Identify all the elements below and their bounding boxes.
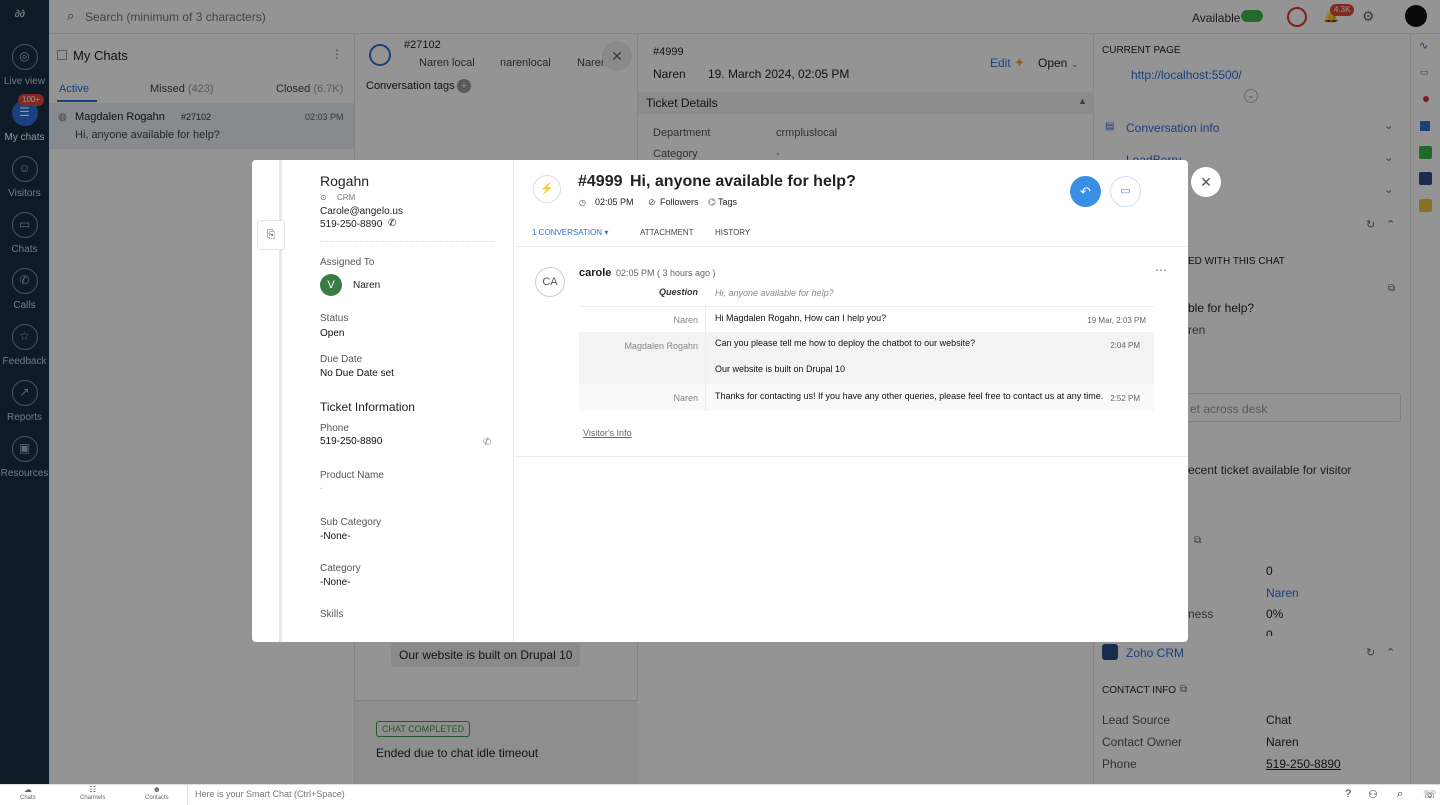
smart-chat-input[interactable]: Here is your Smart Chat (Ctrl+Space)	[195, 789, 345, 799]
tab-history[interactable]: HISTORY	[715, 228, 750, 237]
field-label: Product Name	[320, 470, 384, 481]
clock-icon: ◷	[579, 198, 586, 207]
bottom-bar: ☁ Chats ☷ Channels ☻ Contacts Here is your …	[0, 784, 1440, 805]
channels-icon: ☷	[89, 785, 97, 794]
divider	[320, 241, 494, 242]
caret-down-icon: ▾	[604, 228, 609, 237]
author-avatar: CA	[535, 267, 565, 297]
crm-icon: ⊙	[320, 193, 327, 202]
ticket-time: 02:05 PM	[595, 197, 634, 207]
phone-icon[interactable]: ✆	[483, 437, 491, 448]
visitor-info-link[interactable]: Visitor's Info	[583, 428, 632, 438]
ticket-info-heading: Ticket Information	[320, 400, 415, 414]
field-value[interactable]: -None-	[320, 531, 351, 542]
thread-author: carole	[579, 267, 612, 279]
contacts-icon: ☻	[152, 785, 162, 794]
field-label: Phone	[320, 423, 349, 434]
tag-icon: ⌬	[708, 197, 716, 207]
tab-bar	[515, 222, 1188, 247]
channel-icon: ⚡	[533, 175, 561, 203]
tab-conversation[interactable]: 1 CONVERSATION ▾	[532, 228, 608, 237]
transcript-message: Hi Magdalen Rogahn, How can I help you?	[715, 313, 887, 323]
field-label: Category	[320, 563, 361, 574]
transcript-time: 2:52 PM	[1110, 394, 1140, 403]
transcript-sender: Naren	[673, 315, 698, 325]
attachment-icon[interactable]: ⎘	[257, 220, 285, 250]
ticket-number: #4999	[578, 173, 623, 190]
bottom-chats[interactable]: ☁ Chats	[20, 786, 36, 802]
assigned-agent[interactable]: Naren	[353, 280, 380, 291]
contact-name: Rogahn	[320, 173, 370, 189]
people-icon[interactable]: ⚇	[1368, 788, 1378, 801]
transcript-message: Our website is built on Drupal 10	[715, 364, 846, 374]
transcript-sender: Naren	[673, 393, 698, 403]
assigned-label: Assigned To	[320, 257, 375, 268]
contact-email: Carole@angelo.us	[320, 206, 403, 217]
field-label: Skills	[320, 609, 344, 620]
phone-icon[interactable]: ✆	[388, 218, 396, 229]
bottom-channels[interactable]: ☷ Channels	[80, 786, 105, 802]
smart-chat-divider	[187, 785, 188, 805]
chat-icon: ☁	[23, 785, 32, 794]
agent-avatar: V	[320, 274, 342, 296]
comment-button[interactable]: ▭	[1110, 176, 1141, 207]
tab-attachment[interactable]: ATTACHMENT	[640, 228, 693, 237]
status-value[interactable]: Open	[320, 328, 344, 339]
field-value: 519-250-8890	[320, 436, 383, 447]
question-text: Hi, anyone available for help?	[715, 288, 834, 298]
due-value[interactable]: No Due Date set	[320, 368, 394, 379]
search-icon[interactable]: ⌕	[1397, 788, 1403, 801]
transcript-sender: Magdalen Rogahn	[624, 341, 698, 351]
thread-more-icon[interactable]: ⋯	[1155, 263, 1167, 277]
transcript-time: 2:04 PM	[1110, 341, 1140, 350]
field-value: -	[320, 483, 323, 493]
followers-link[interactable]: Followers	[660, 197, 699, 207]
contact-phone: 519-250-8890	[320, 219, 383, 230]
close-modal-button[interactable]: ✕	[1191, 167, 1221, 197]
bottom-contacts[interactable]: ☻ Contacts	[145, 786, 169, 802]
transcript-row: Naren Hi Magdalen Rogahn, How can I help…	[579, 306, 1154, 332]
field-label: Sub Category	[320, 517, 382, 528]
transcript-time: 19 Mar, 2:03 PM	[1087, 316, 1146, 325]
thread-divider	[515, 456, 1188, 457]
transcript-row: Naren Thanks for contacting us! If you h…	[579, 384, 1154, 411]
ticket-subject: Hi, anyone available for help?	[630, 173, 856, 190]
status-label: Status	[320, 313, 349, 324]
contact-source: CRM	[337, 193, 356, 202]
field-value[interactable]: -None-	[320, 577, 351, 588]
question-row: Question Hi, anyone available for help?	[579, 284, 1154, 304]
question-label: Question	[658, 287, 698, 297]
tags-link[interactable]: Tags	[718, 197, 737, 207]
row-divider	[705, 306, 706, 411]
transcript-message: Thanks for contacting us! If you have an…	[715, 391, 1104, 401]
followers-icon: ⊘	[648, 197, 656, 207]
transcript-row: Magdalen Rogahn Can you please tell me h…	[579, 332, 1154, 384]
reply-button[interactable]: ↶	[1070, 176, 1101, 207]
thread-time: 02:05 PM ( 3 hours ago )	[616, 268, 716, 278]
help-icon[interactable]: ?	[1345, 788, 1351, 800]
feedback-icon[interactable]: ☏	[1423, 788, 1437, 801]
transcript-message: Can you please tell me how to deploy the…	[715, 338, 976, 348]
due-label: Due Date	[320, 354, 363, 365]
